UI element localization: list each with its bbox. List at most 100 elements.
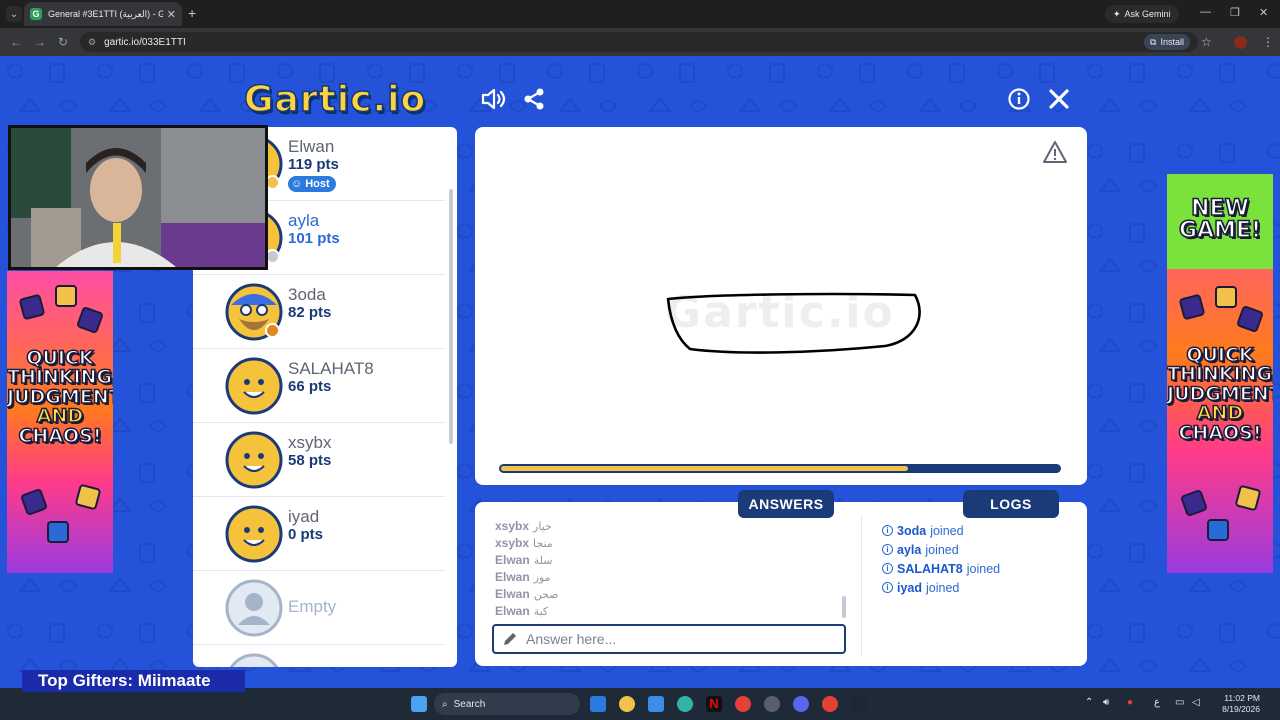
volume-icon[interactable]: 🔊︎ [1103, 697, 1109, 708]
answer-user: xsybx [495, 519, 530, 533]
answer-user: Elwan [495, 604, 530, 618]
ask-gemini-button[interactable]: ✦ Ask Gemini [1105, 5, 1179, 23]
new-game-burst: NEW GAME! [1167, 174, 1273, 269]
player-row[interactable]: iyad 0 pts [193, 497, 445, 571]
log-user: iyad [897, 580, 923, 595]
answer-text: خيار [533, 520, 552, 533]
address-bar[interactable]: ⚙ gartic.io/033E1TTI [80, 32, 1198, 52]
ad-line: NEW [1190, 196, 1249, 221]
list-item: i SALAHAT8 joined [882, 559, 1000, 578]
player-row[interactable]: SALAHAT8 66 pts [193, 349, 445, 423]
windows-start-icon[interactable] [411, 696, 427, 712]
url-text: gartic.io/033E1TTI [104, 36, 186, 48]
netflix-icon[interactable]: N [706, 696, 722, 712]
browser-toolbar: ← → ↻ ⚙ gartic.io/033E1TTI ⧉ Install ☆ ⋮ [0, 28, 1280, 56]
player-drawing [666, 292, 921, 354]
info-icon: i [882, 582, 893, 593]
answers-scrollbar[interactable] [842, 596, 846, 618]
player-name: iyad [288, 507, 320, 526]
gartic-favicon-icon: G [30, 8, 42, 20]
log-action: joined [966, 561, 1001, 576]
ad-line: THINKING, [1167, 363, 1273, 386]
browser-tab-bar: ⌄ G General #3E1TTI (العربية) - Gartic ✕… [0, 0, 1280, 28]
tab-answers[interactable]: ANSWERS [738, 490, 834, 518]
player-avatar [225, 505, 283, 563]
log-user: 3oda [897, 523, 927, 538]
network-icon[interactable]: ▭ [1175, 697, 1184, 708]
list-item: Elwan موز [495, 570, 825, 587]
clock-date: 8/19/2026 [1222, 704, 1260, 714]
close-icon[interactable] [1046, 86, 1072, 112]
list-item: xsybx منجا [495, 536, 825, 553]
site-info-icon[interactable]: ⚙ [88, 37, 96, 48]
share-icon[interactable] [521, 86, 547, 112]
player-points: 82 pts [288, 304, 332, 321]
list-item: Elwan سلة [495, 553, 825, 570]
ad-line: CHAOS! [1178, 421, 1263, 444]
log-user: SALAHAT8 [897, 561, 963, 576]
new-tab-icon[interactable]: + [188, 6, 196, 20]
gartic-logo[interactable]: Gartic.io [243, 78, 426, 121]
info-icon[interactable] [1006, 86, 1032, 112]
speaker-icon[interactable]: ◁ [1192, 697, 1200, 708]
ad-headline: QUICK THINKING, JUDGMENT AND CHAOS! [1167, 344, 1273, 444]
chrome-active-icon[interactable] [822, 696, 838, 712]
player-row[interactable]: xsybx 58 pts [193, 423, 445, 497]
install-icon: ⧉ [1150, 36, 1157, 47]
player-points: 58 pts [288, 452, 332, 469]
player-name: SALAHAT8 [288, 359, 374, 378]
install-app-button[interactable]: ⧉ Install [1144, 34, 1190, 50]
file-explorer-icon[interactable] [619, 696, 635, 712]
sticker-icon [1179, 488, 1209, 518]
forward-icon[interactable]: → [34, 35, 46, 49]
task-view-icon[interactable] [590, 696, 606, 712]
player-row-empty[interactable]: Empty [193, 571, 445, 645]
ad-line: AND [36, 405, 84, 428]
logs-list: i 3oda joined i ayla joined i SALAHAT8 joined … [882, 521, 1000, 597]
chrome-icon[interactable] [735, 696, 751, 712]
discord-icon[interactable] [793, 696, 809, 712]
taskbar-search[interactable]: ⌕ Search [434, 693, 580, 715]
drawing-canvas[interactable]: Gartic.io [475, 127, 1087, 485]
answer-user: xsybx [495, 536, 530, 550]
minimize-icon[interactable]: — [1200, 6, 1211, 18]
store-icon[interactable] [648, 696, 664, 712]
browser-tab[interactable]: G General #3E1TTI (العربية) - Gartic ✕ [24, 2, 182, 26]
steam-icon[interactable] [851, 696, 867, 712]
restore-icon[interactable]: ❐ [1230, 6, 1240, 19]
browser-menu-icon[interactable]: ⋮ [1262, 35, 1274, 49]
app-icon[interactable] [764, 696, 780, 712]
list-item: xsybx خيار [495, 519, 825, 536]
tab-logs[interactable]: LOGS [963, 490, 1059, 518]
answer-text: صحن [533, 588, 559, 601]
list-item: i ayla joined [882, 540, 1000, 559]
bookmark-star-icon[interactable]: ☆ [1201, 35, 1212, 49]
tab-search-icon[interactable]: ⌄ [6, 6, 22, 22]
window-close-icon[interactable]: ✕ [1259, 6, 1268, 19]
sound-icon[interactable] [480, 86, 506, 112]
round-timer-fill [501, 466, 908, 471]
answer-field[interactable] [492, 624, 846, 654]
list-item: i 3oda joined [882, 521, 1000, 540]
ad-line: AND [1196, 402, 1244, 425]
keyboard-language[interactable]: ع [1154, 697, 1160, 708]
right-ad-banner[interactable]: NEW GAME! QUICK THINKING, JUDGMENT AND C… [1167, 174, 1273, 573]
edge-icon[interactable] [677, 696, 693, 712]
player-points: 119 pts [288, 156, 339, 173]
reload-icon[interactable]: ↻ [58, 35, 68, 49]
player-row[interactable]: 3oda 82 pts [193, 275, 445, 349]
info-icon: i [882, 563, 893, 574]
back-icon[interactable]: ← [10, 35, 22, 49]
profile-avatar[interactable] [1234, 36, 1247, 49]
player-list-scrollbar[interactable] [449, 189, 453, 444]
sticker-icon [55, 285, 77, 307]
left-ad-banner[interactable]: QUICK THINKING, JUDGMENT AND CHAOS! [7, 271, 113, 573]
microphone-icon[interactable]: ● [1127, 697, 1133, 708]
ad-line: CHAOS! [18, 424, 103, 447]
tray-chevron-icon[interactable]: ⌃ [1085, 697, 1093, 708]
taskbar-clock[interactable]: 11:02 PM 8/19/2026 [1210, 693, 1260, 715]
tab-close-icon[interactable]: ✕ [167, 8, 176, 21]
answer-input[interactable] [526, 631, 826, 647]
player-name: Elwan [288, 137, 335, 156]
log-user: ayla [897, 542, 922, 557]
